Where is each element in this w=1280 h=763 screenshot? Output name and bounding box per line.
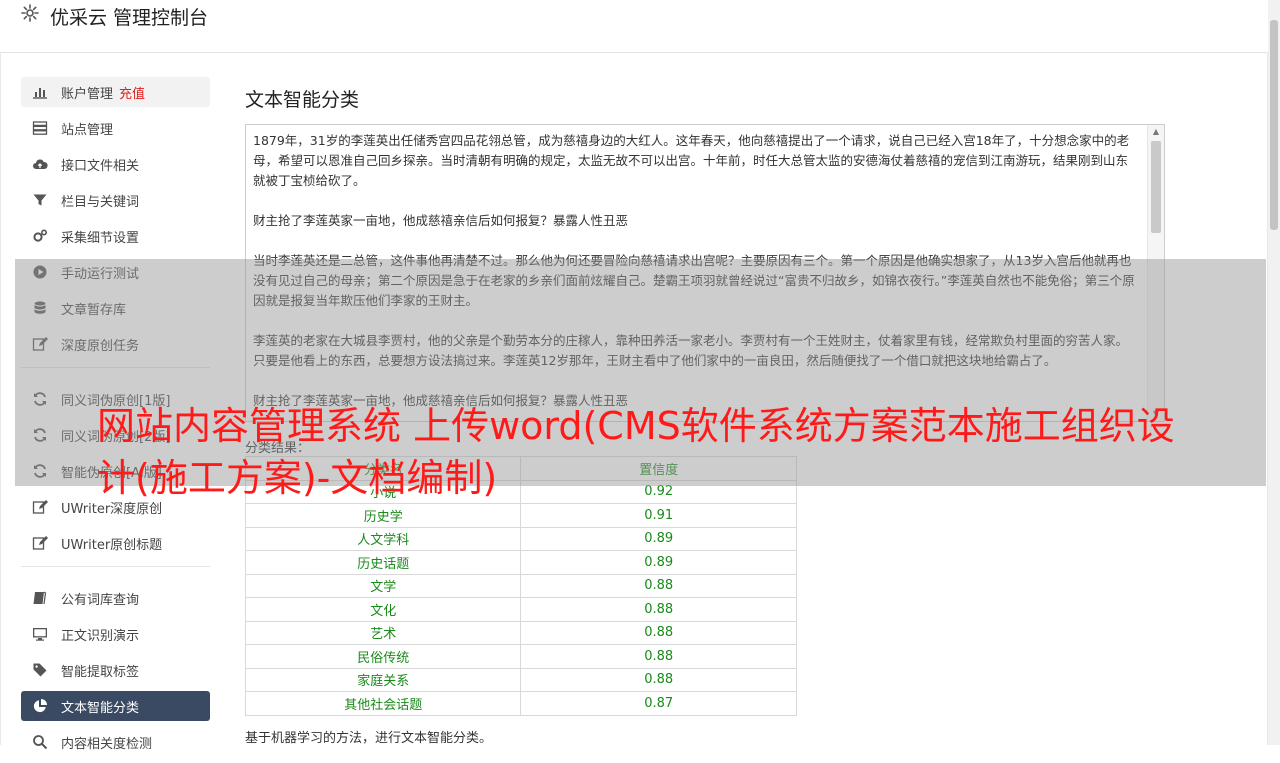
text-paragraph: 1879年，31岁的李莲英出任储秀宫四品花翎总管，成为慈禧身边的大红人。这年春天… bbox=[253, 133, 1130, 188]
confidence-cell: 0.87 bbox=[520, 691, 797, 716]
edit-icon bbox=[32, 535, 48, 551]
gears-icon bbox=[32, 228, 48, 244]
sidebar-item-sites[interactable]: 站点管理 bbox=[21, 113, 210, 143]
category-cell: 文学 bbox=[244, 573, 522, 598]
category-cell: 人文学科 bbox=[244, 526, 522, 551]
category-cell: 家庭关系 bbox=[244, 667, 522, 692]
confidence-cell: 0.89 bbox=[520, 550, 797, 575]
category-cell: 文化 bbox=[244, 597, 522, 622]
sidebar-item-api-files[interactable]: 接口文件相关 bbox=[21, 149, 210, 179]
text-paragraph: 财主抢了李莲英家一亩地，他成慈禧亲信后如何报复？暴露人性丑恶 bbox=[253, 213, 629, 228]
table-row: 历史学 0.91 bbox=[244, 503, 797, 528]
edit-icon bbox=[32, 499, 48, 515]
table-row: 人文学科 0.89 bbox=[244, 526, 797, 551]
sidebar-item-collect-settings[interactable]: 采集细节设置 bbox=[21, 221, 210, 251]
sidebar-item-text-classify[interactable]: 文本智能分类 bbox=[21, 691, 210, 721]
sidebar-item-tag-extract[interactable]: 智能提取标签 bbox=[21, 655, 210, 685]
filter-icon bbox=[32, 192, 48, 208]
sidebar-item-label: 文本智能分类 bbox=[61, 700, 140, 716]
confidence-cell: 0.88 bbox=[520, 644, 797, 669]
sidebar-item-label: 接口文件相关 bbox=[61, 158, 140, 174]
textarea-scrollbar-thumb[interactable] bbox=[1151, 141, 1161, 233]
sidebar-item-label: 采集细节设置 bbox=[61, 230, 140, 246]
sidebar-item-body-recognition[interactable]: 正文识别演示 bbox=[21, 619, 210, 649]
tag-icon bbox=[32, 662, 48, 678]
confidence-cell: 0.91 bbox=[520, 503, 797, 528]
book-icon bbox=[32, 590, 48, 606]
monitor-icon bbox=[32, 626, 48, 642]
sidebar-item-label: 公有词库查询 bbox=[61, 592, 140, 608]
table-row: 家庭关系 0.88 bbox=[244, 667, 797, 692]
confidence-cell: 0.88 bbox=[520, 667, 797, 692]
watermark-title: 网站内容管理系统 上传word(CMS软件系统方案范本施工组织设计(施工方案)-… bbox=[97, 404, 1175, 500]
confidence-cell: 0.88 bbox=[520, 597, 797, 622]
sidebar-item-columns-keywords[interactable]: 栏目与关键词 bbox=[21, 185, 210, 215]
sidebar-item-public-lexicon[interactable]: 公有词库查询 bbox=[21, 583, 210, 613]
table-row: 其他社会话题 0.87 bbox=[244, 691, 797, 716]
table-row: 历史话题 0.89 bbox=[244, 550, 797, 575]
cloud-upload-icon bbox=[32, 156, 48, 172]
sidebar-divider bbox=[21, 566, 210, 567]
console-title: 优采云 管理控制台 bbox=[50, 7, 209, 29]
footnote: 基于机器学习的方法，进行文本智能分类。 bbox=[245, 731, 493, 746]
bar-chart-icon bbox=[32, 84, 48, 100]
page-scrollbar[interactable] bbox=[1268, 0, 1280, 745]
page-title: 文本智能分类 bbox=[245, 89, 360, 111]
left-border bbox=[0, 52, 1, 745]
table-row: 艺术 0.88 bbox=[244, 620, 797, 645]
sidebar-item-label: 内容相关度检测 bbox=[61, 736, 153, 752]
top-header: 优采云 管理控制台 bbox=[0, 0, 1268, 53]
sidebar-item-label: 站点管理 bbox=[61, 122, 114, 138]
sidebar-item-account[interactable]: 账户管理 充值 bbox=[21, 77, 210, 107]
category-cell: 民俗传统 bbox=[244, 644, 522, 669]
sidebar-item-uwriter-title[interactable]: UWriter原创标题 bbox=[21, 528, 210, 558]
search-icon bbox=[32, 734, 48, 750]
gear-icon[interactable] bbox=[20, 3, 40, 23]
recharge-link[interactable]: 充值 bbox=[119, 83, 145, 102]
pie-chart-icon bbox=[32, 698, 48, 714]
category-cell: 其他社会话题 bbox=[244, 691, 522, 716]
confidence-cell: 0.88 bbox=[520, 573, 797, 598]
sidebar-item-label: 栏目与关键词 bbox=[61, 194, 140, 210]
confidence-cell: 0.88 bbox=[520, 620, 797, 645]
confidence-cell: 0.89 bbox=[520, 526, 797, 551]
page-scrollbar-thumb[interactable] bbox=[1270, 20, 1278, 230]
table-row: 文化 0.88 bbox=[244, 597, 797, 622]
category-cell: 艺术 bbox=[244, 620, 522, 645]
scroll-up-arrow-icon[interactable]: ▲ bbox=[1148, 125, 1164, 139]
sidebar-item-relevance[interactable]: 内容相关度检测 bbox=[21, 727, 210, 757]
sidebar-item-label: 正文识别演示 bbox=[61, 628, 140, 644]
category-cell: 历史话题 bbox=[244, 550, 522, 575]
table-row: 民俗传统 0.88 bbox=[244, 644, 797, 669]
category-cell: 历史学 bbox=[244, 503, 522, 528]
sidebar-item-label: 账户管理 bbox=[61, 86, 114, 102]
sidebar-item-label: UWriter原创标题 bbox=[61, 537, 163, 553]
server-icon bbox=[32, 120, 48, 136]
sidebar-item-label: 智能提取标签 bbox=[61, 664, 140, 680]
table-row: 文学 0.88 bbox=[244, 573, 797, 598]
